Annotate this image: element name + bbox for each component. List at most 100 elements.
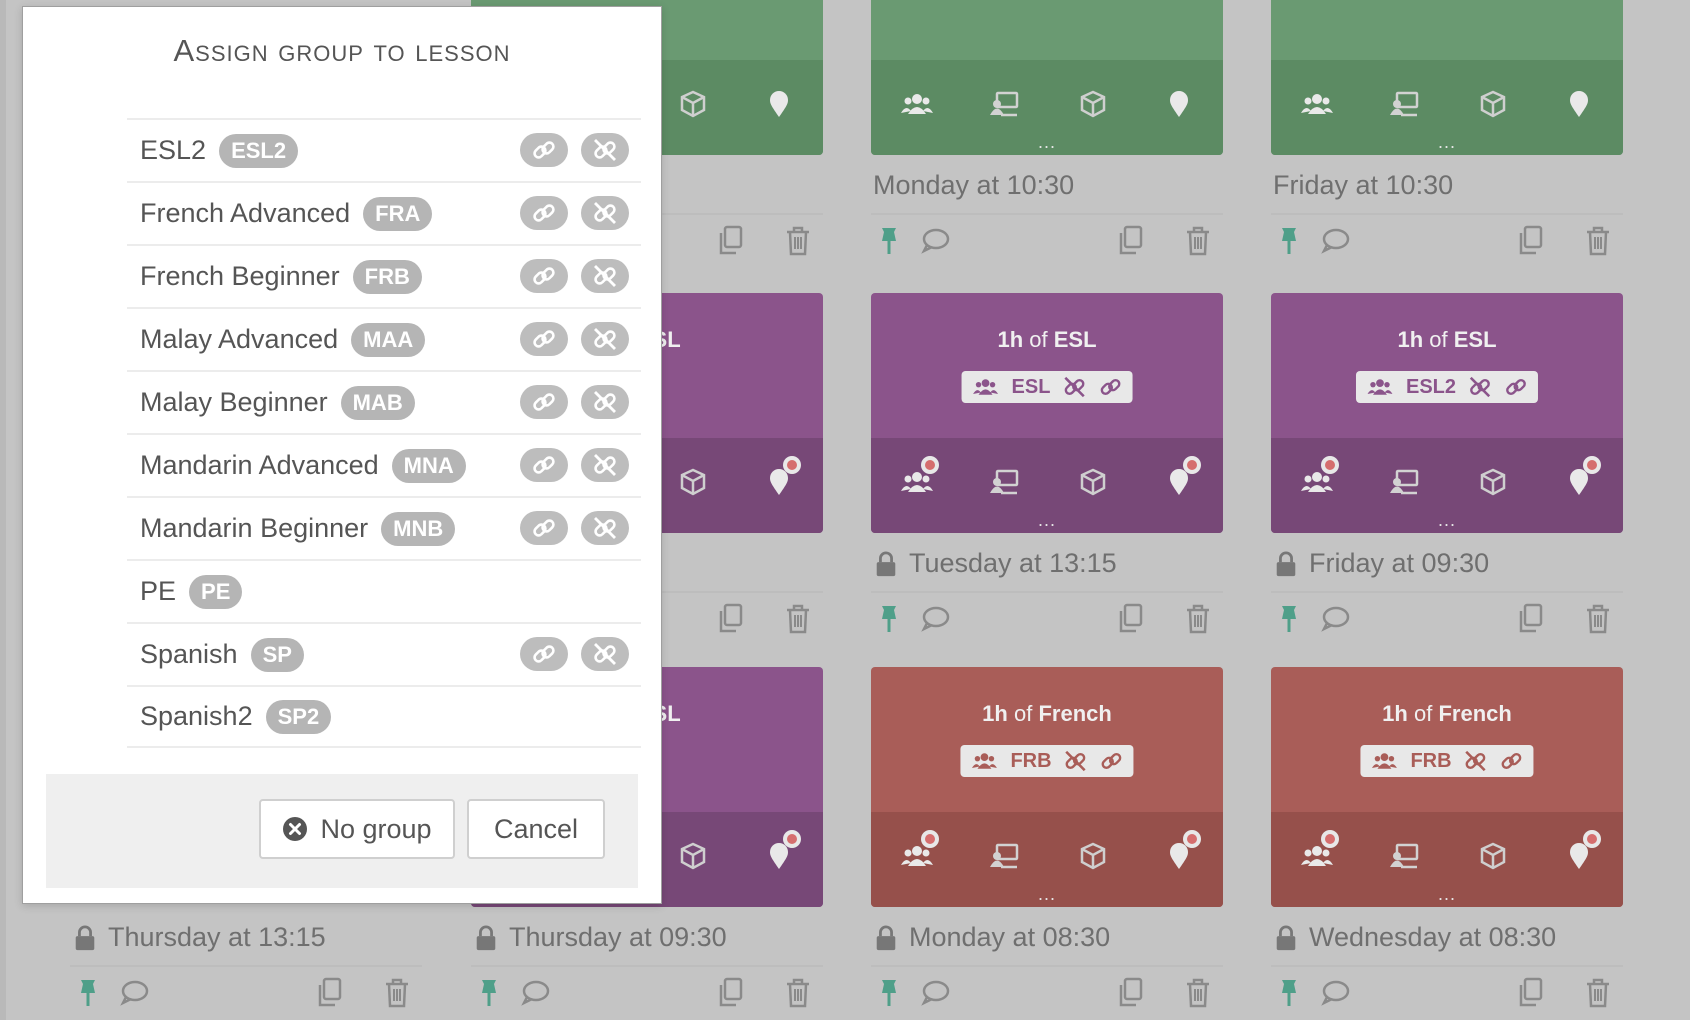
trash-icon[interactable] (1182, 601, 1214, 637)
comment-icon[interactable] (1319, 601, 1351, 637)
lesson-card[interactable]: ... (1271, 0, 1623, 155)
box-icon[interactable] (1075, 86, 1111, 122)
box-icon[interactable] (675, 86, 711, 122)
location-pin-icon[interactable] (1161, 830, 1201, 874)
comment-icon[interactable] (1319, 223, 1351, 259)
classroom-icon[interactable] (1387, 86, 1423, 122)
link-group-button[interactable] (520, 259, 568, 293)
location-pin-icon[interactable] (1561, 86, 1597, 122)
comment-icon[interactable] (1319, 975, 1351, 1011)
more-dots[interactable]: ... (1271, 132, 1623, 153)
link-group-button[interactable] (520, 448, 568, 482)
lesson-card[interactable]: 1h of ESL ESL... (871, 293, 1223, 533)
pin-icon[interactable] (873, 975, 905, 1011)
group-row[interactable]: Malay Beginner MAB (127, 370, 641, 433)
link-icon[interactable] (1100, 749, 1124, 773)
location-pin-icon[interactable] (1161, 86, 1197, 122)
link-group-button[interactable] (520, 196, 568, 230)
lesson-card[interactable]: ... (871, 0, 1223, 155)
users-icon[interactable] (899, 86, 935, 122)
unlink-group-button[interactable] (581, 511, 629, 545)
more-dots[interactable]: ... (871, 510, 1223, 531)
copy-icon[interactable] (314, 975, 346, 1011)
copy-icon[interactable] (1115, 975, 1147, 1011)
location-pin-icon[interactable] (1561, 830, 1601, 874)
group-chip[interactable]: FRB (1360, 745, 1534, 777)
classroom-icon[interactable] (987, 464, 1023, 500)
link-group-button[interactable] (520, 511, 568, 545)
unlink-group-button[interactable] (581, 196, 629, 230)
link-group-button[interactable] (520, 637, 568, 671)
link-group-button[interactable] (520, 322, 568, 356)
copy-icon[interactable] (1115, 223, 1147, 259)
trash-icon[interactable] (782, 223, 814, 259)
comment-icon[interactable] (118, 975, 150, 1011)
pin-icon[interactable] (1273, 223, 1305, 259)
box-icon[interactable] (1075, 838, 1111, 874)
lesson-card[interactable]: 1h of French FRB... (1271, 667, 1623, 907)
location-pin-icon[interactable] (1161, 456, 1201, 500)
link-icon[interactable] (1098, 375, 1122, 399)
pin-icon[interactable] (873, 223, 905, 259)
trash-icon[interactable] (381, 975, 413, 1011)
group-row[interactable]: PE PE (127, 559, 641, 622)
location-pin-icon[interactable] (761, 86, 797, 122)
group-row[interactable]: Mandarin Advanced MNA (127, 433, 641, 496)
users-icon[interactable] (1299, 830, 1339, 874)
users-icon[interactable] (899, 456, 939, 500)
location-pin-icon[interactable] (761, 456, 801, 500)
group-chip[interactable]: ESL2 (1355, 371, 1539, 403)
more-dots[interactable]: ... (1271, 884, 1623, 905)
group-row[interactable]: Malay Advanced MAA (127, 307, 641, 370)
location-pin-icon[interactable] (761, 830, 801, 874)
unlink-icon[interactable] (1064, 749, 1088, 773)
box-icon[interactable] (675, 464, 711, 500)
group-row[interactable]: ESL2 ESL2 (127, 118, 641, 181)
trash-icon[interactable] (1582, 601, 1614, 637)
unlink-group-button[interactable] (581, 637, 629, 671)
box-icon[interactable] (1475, 464, 1511, 500)
users-icon[interactable] (1299, 86, 1335, 122)
no-group-button[interactable]: No group (259, 799, 455, 859)
trash-icon[interactable] (1182, 975, 1214, 1011)
comment-icon[interactable] (919, 223, 951, 259)
classroom-icon[interactable] (987, 838, 1023, 874)
location-pin-icon[interactable] (1561, 456, 1601, 500)
more-dots[interactable]: ... (871, 132, 1223, 153)
users-icon[interactable] (899, 830, 939, 874)
box-icon[interactable] (675, 838, 711, 874)
unlink-group-button[interactable] (581, 385, 629, 419)
unlink-group-button[interactable] (581, 448, 629, 482)
trash-icon[interactable] (1182, 223, 1214, 259)
comment-icon[interactable] (919, 601, 951, 637)
link-icon[interactable] (1504, 375, 1528, 399)
box-icon[interactable] (1475, 86, 1511, 122)
trash-icon[interactable] (782, 975, 814, 1011)
group-row[interactable]: French Advanced FRA (127, 181, 641, 244)
more-dots[interactable]: ... (1271, 510, 1623, 531)
classroom-icon[interactable] (1387, 838, 1423, 874)
unlink-icon[interactable] (1062, 375, 1086, 399)
group-row[interactable]: French Beginner FRB (127, 244, 641, 307)
copy-icon[interactable] (715, 223, 747, 259)
link-icon[interactable] (1500, 749, 1524, 773)
box-icon[interactable] (1475, 838, 1511, 874)
unlink-icon[interactable] (1464, 749, 1488, 773)
trash-icon[interactable] (782, 601, 814, 637)
cancel-button[interactable]: Cancel (467, 799, 605, 859)
pin-icon[interactable] (1273, 601, 1305, 637)
lesson-card[interactable]: 1h of ESL ESL2... (1271, 293, 1623, 533)
unlink-group-button[interactable] (581, 133, 629, 167)
link-group-button[interactable] (520, 133, 568, 167)
unlink-group-button[interactable] (581, 322, 629, 356)
group-row[interactable]: Spanish SP (127, 622, 641, 685)
lesson-card[interactable]: 1h of French FRB... (871, 667, 1223, 907)
unlink-group-button[interactable] (581, 259, 629, 293)
copy-icon[interactable] (1515, 223, 1547, 259)
copy-icon[interactable] (1515, 975, 1547, 1011)
more-dots[interactable]: ... (871, 884, 1223, 905)
copy-icon[interactable] (715, 601, 747, 637)
comment-icon[interactable] (919, 975, 951, 1011)
group-chip[interactable]: FRB (960, 745, 1134, 777)
copy-icon[interactable] (1115, 601, 1147, 637)
